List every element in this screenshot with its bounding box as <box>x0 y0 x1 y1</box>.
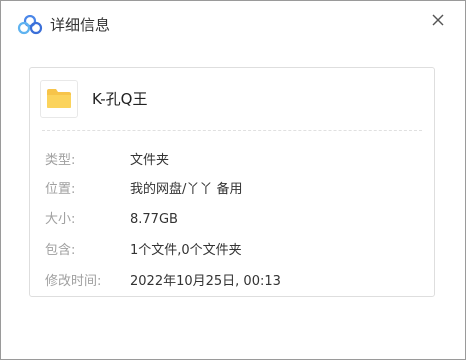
detail-label: 包含: <box>45 243 76 258</box>
dialog-title: 详细信息 <box>50 16 111 34</box>
detail-label: 类型: <box>45 153 76 168</box>
detail-value: 8.77GB <box>130 212 178 227</box>
close-icon <box>432 14 444 26</box>
title-bar: 详细信息 <box>1 1 465 49</box>
divider <box>42 130 422 131</box>
baidu-netdisk-logo-icon <box>17 14 43 35</box>
folder-icon <box>40 80 78 118</box>
detail-value: 2022年10月25日, 00:13 <box>130 274 281 289</box>
file-name: K-孔Q王 <box>92 90 148 108</box>
detail-value: 文件夹 <box>130 153 170 168</box>
detail-value: 我的网盘/丫丫 备用 <box>130 182 243 197</box>
detail-label: 修改时间: <box>45 274 102 289</box>
detail-value: 1个文件,0个文件夹 <box>130 243 242 258</box>
detail-label: 大小: <box>45 212 76 227</box>
detail-label: 位置: <box>45 182 76 197</box>
close-button[interactable] <box>426 9 450 33</box>
details-dialog: 详细信息 K-孔Q王 类型: 文件夹 位置: 我的网盘/丫丫 备用 大小: 8.… <box>0 0 466 360</box>
file-info-panel: K-孔Q王 类型: 文件夹 位置: 我的网盘/丫丫 备用 大小: 8.77GB … <box>29 67 435 297</box>
